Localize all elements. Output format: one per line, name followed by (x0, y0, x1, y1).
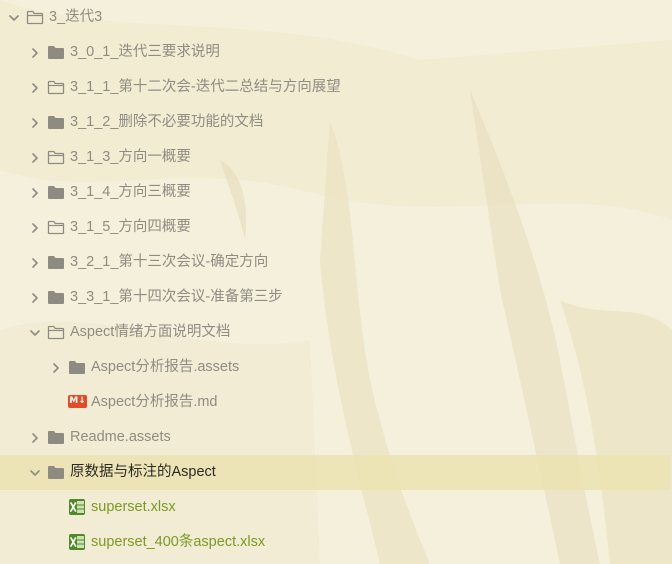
folder-open-icon (26, 9, 44, 25)
chevron-down-icon[interactable] (29, 326, 41, 338)
folder-icon (47, 184, 65, 200)
tree-item-label: 3_1_5_方向四概要 (70, 219, 191, 235)
folder-icon (47, 429, 65, 445)
tree-item-label: Aspect分析报告.md (91, 394, 218, 410)
file-item[interactable]: superset.xlsx (0, 490, 672, 525)
tree-item-label: 3_2_1_第十三次会议-确定方向 (70, 254, 269, 270)
chevron-right-icon[interactable] (29, 431, 41, 443)
folder-item[interactable]: 3_1_1_第十二次会-迭代二总结与方向展望 (0, 70, 672, 105)
folder-item[interactable]: 3_0_1_迭代三要求说明 (0, 35, 672, 70)
tree-item-label: Aspect情绪方面说明文档 (70, 324, 231, 340)
folder-open-icon (47, 324, 65, 340)
folder-open-icon (47, 219, 65, 235)
chevron-down-icon[interactable] (29, 466, 41, 478)
folder-item[interactable]: 3_1_4_方向三概要 (0, 175, 672, 210)
folder-icon (47, 289, 65, 305)
tree-item-label: superset_400条aspect.xlsx (91, 534, 266, 550)
tree-item-label: 3_1_1_第十二次会-迭代二总结与方向展望 (70, 79, 341, 95)
folder-item[interactable]: 3_2_1_第十三次会议-确定方向 (0, 245, 672, 280)
tree-item-label: 3_1_3_方向一概要 (70, 149, 191, 165)
chevron-right-icon[interactable] (29, 186, 41, 198)
folder-icon (68, 359, 86, 375)
chevron-down-icon[interactable] (8, 11, 20, 23)
folder-item[interactable]: 3_1_2_删除不必要功能的文档 (0, 105, 672, 140)
excel-file-icon (68, 533, 86, 551)
tree-item-label: superset.xlsx (91, 499, 176, 515)
chevron-right-icon[interactable] (29, 256, 41, 268)
file-item[interactable]: M↓ Aspect分析报告.md (0, 385, 672, 420)
folder-item[interactable]: 3_1_5_方向四概要 (0, 210, 672, 245)
folder-icon (47, 114, 65, 130)
folder-open-icon (47, 149, 65, 165)
chevron-right-icon[interactable] (29, 151, 41, 163)
folder-open-icon (47, 79, 65, 95)
folder-icon (47, 254, 65, 270)
folder-item[interactable]: 原数据与标注的Aspect (0, 455, 670, 490)
folder-icon (47, 44, 65, 60)
file-tree: 3_迭代3 3_0_1_迭代三要求说明 3_1_1_第十二次会-迭代二总结与方向展望… (0, 0, 672, 564)
folder-item[interactable]: Readme.assets (0, 420, 672, 455)
chevron-right-icon[interactable] (29, 81, 41, 93)
tree-item-label: 3_0_1_迭代三要求说明 (70, 44, 220, 60)
file-item[interactable]: superset_400条aspect.xlsx (0, 525, 672, 560)
folder-item[interactable]: Aspect分析报告.assets (0, 350, 672, 385)
chevron-right-icon[interactable] (29, 221, 41, 233)
tree-item-label: Readme.assets (70, 429, 171, 445)
tree-item-label: 3_1_4_方向三概要 (70, 184, 191, 200)
chevron-right-icon[interactable] (29, 46, 41, 58)
folder-icon (47, 464, 65, 480)
folder-item[interactable]: 3_1_3_方向一概要 (0, 140, 672, 175)
tree-item-label: 原数据与标注的Aspect (70, 464, 216, 480)
folder-item[interactable]: Aspect情绪方面说明文档 (0, 315, 672, 350)
folder-item[interactable]: 3_3_1_第十四次会议-准备第三步 (0, 280, 672, 315)
markdown-file-icon: M↓ (68, 395, 87, 408)
tree-item-label: 3_3_1_第十四次会议-准备第三步 (70, 289, 283, 305)
tree-item-label: Aspect分析报告.assets (91, 359, 240, 375)
tree-item-label: 3_迭代3 (49, 9, 103, 25)
chevron-right-icon[interactable] (50, 361, 62, 373)
chevron-right-icon[interactable] (29, 291, 41, 303)
chevron-right-icon[interactable] (29, 116, 41, 128)
folder-item[interactable]: 3_迭代3 (0, 0, 672, 35)
excel-file-icon (68, 498, 86, 516)
tree-item-label: 3_1_2_删除不必要功能的文档 (70, 114, 264, 130)
